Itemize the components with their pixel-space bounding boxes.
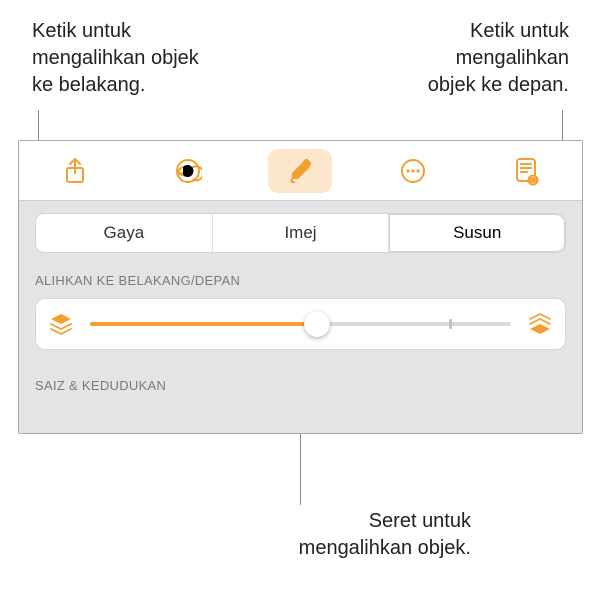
callout-send-to-back: Ketik untuk mengalihkan objek ke belakan…	[32, 18, 199, 99]
send-to-back-icon[interactable]	[48, 311, 74, 337]
format-tabs: Gaya Imej Susun	[35, 213, 566, 253]
share-button[interactable]	[43, 149, 107, 193]
tab-image[interactable]: Imej	[213, 214, 390, 252]
slider-fill	[90, 322, 317, 326]
tab-style[interactable]: Gaya	[36, 214, 213, 252]
bring-to-front-icon[interactable]	[527, 311, 553, 337]
format-button[interactable]	[268, 149, 332, 193]
reader-view-button[interactable]	[494, 149, 558, 193]
callout-drag-slider: Seret untuk mengalihkan objek.	[299, 508, 471, 562]
section-size-label: SAIZ & KEDUDUKAN	[35, 378, 566, 393]
format-body: Gaya Imej Susun ALIHKAN KE BELAKANG/DEPA…	[19, 201, 582, 433]
tab-arrange[interactable]: Susun	[389, 214, 565, 252]
layer-slider[interactable]	[90, 309, 511, 339]
section-move-label: ALIHKAN KE BELAKANG/DEPAN	[35, 273, 566, 288]
format-panel: Gaya Imej Susun ALIHKAN KE BELAKANG/DEPA…	[18, 140, 583, 434]
callout-bring-to-front: Ketik untuk mengalihkan objek ke depan.	[428, 18, 569, 99]
more-button[interactable]	[381, 149, 445, 193]
layer-slider-row	[35, 298, 566, 350]
slider-tick	[449, 319, 452, 329]
undo-button[interactable]	[156, 149, 220, 193]
slider-thumb[interactable]	[304, 311, 330, 337]
app-toolbar	[19, 141, 582, 201]
